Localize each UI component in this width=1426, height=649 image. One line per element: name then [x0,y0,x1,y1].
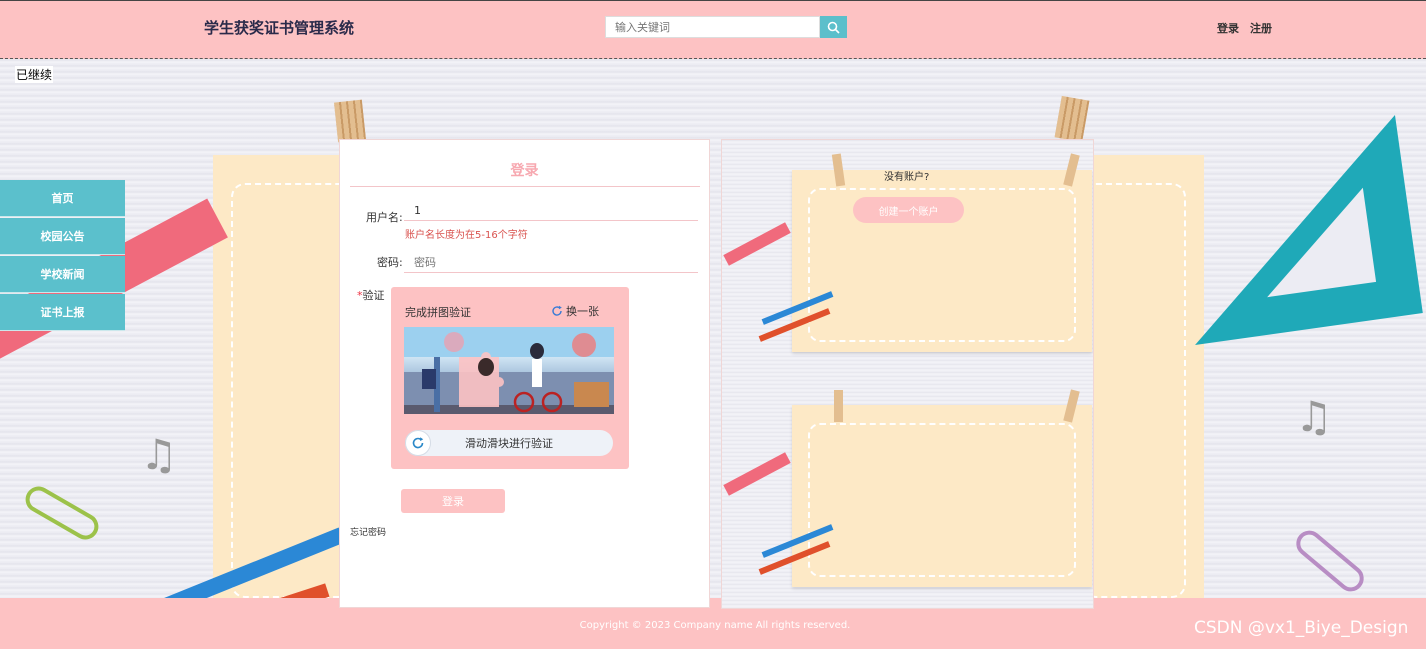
register-panel: 没有账户? 创建一个账户 [721,139,1094,609]
search-icon [827,21,840,34]
captcha-puzzle-image [404,327,614,414]
sidebar-nav: 首页 校园公告 学校新闻 证书上报 [0,180,125,332]
title-divider [350,186,700,187]
slider-handle[interactable] [405,430,431,456]
username-label: 用户名: [366,211,403,224]
refresh-icon [552,305,562,316]
music-note-icon: ♫ [1295,392,1333,441]
captcha-label: *验证 [357,287,385,303]
decorative-ruler [723,452,791,496]
login-title: 登录 [510,163,539,179]
captcha-refresh-label: 换一张 [566,305,599,318]
login-submit-button[interactable]: 登录 [401,489,505,513]
decorative-sticks-left [333,99,367,143]
slider-text: 滑动滑块进行验证 [465,437,553,450]
clothespin [834,390,843,422]
sidebar-item-home[interactable]: 首页 [0,180,125,217]
continued-label: 已继续 [15,66,54,83]
music-note-icon: ♫ [140,430,178,479]
captcha-slider: 滑动滑块进行验证 [405,430,613,456]
puzzle-captcha: 完成拼图验证 换一张 滑动滑块进行验证 [391,287,629,469]
search-button[interactable] [820,16,847,38]
sidebar-item-news[interactable]: 学校新闻 [0,256,125,293]
username-error: 账户名长度为在5-16个字符 [405,230,528,241]
login-form: 登录 用户名: 账户名长度为在5-16个字符 密码: *验证 完成拼图验证 换一… [339,139,710,608]
sidebar-item-certificate-report[interactable]: 证书上报 [0,294,125,331]
password-input[interactable] [404,253,698,273]
captcha-label-text: 验证 [362,289,385,302]
refresh-slider-icon [412,437,424,449]
create-account-button[interactable]: 创建一个账户 [853,197,964,223]
search-bar [605,16,847,38]
search-input[interactable] [605,16,820,38]
no-account-text: 没有账户? [884,172,930,183]
captcha-title: 完成拼图验证 [405,306,471,319]
header-login-link[interactable]: 登录 [1217,20,1239,36]
decorative-ruler [723,222,791,266]
site-title: 学生获奖证书管理系统 [204,19,355,37]
top-links: 登录 注册 [1217,20,1272,36]
watermark: CSDN @vx1_Biye_Design [1194,618,1409,638]
decorative-paper-left [213,155,353,598]
header: 学生获奖证书管理系统 登录 注册 [0,0,1426,59]
sidebar-item-announcements[interactable]: 校园公告 [0,218,125,255]
header-register-link[interactable]: 注册 [1250,20,1272,36]
password-label: 密码: [377,256,403,269]
username-input[interactable] [404,201,698,221]
decorative-set-square-hole [1253,187,1377,298]
forgot-password-link[interactable]: 忘记密码 [350,525,386,538]
register-paper-bottom [792,405,1092,587]
captcha-refresh-button[interactable]: 换一张 [551,303,599,319]
